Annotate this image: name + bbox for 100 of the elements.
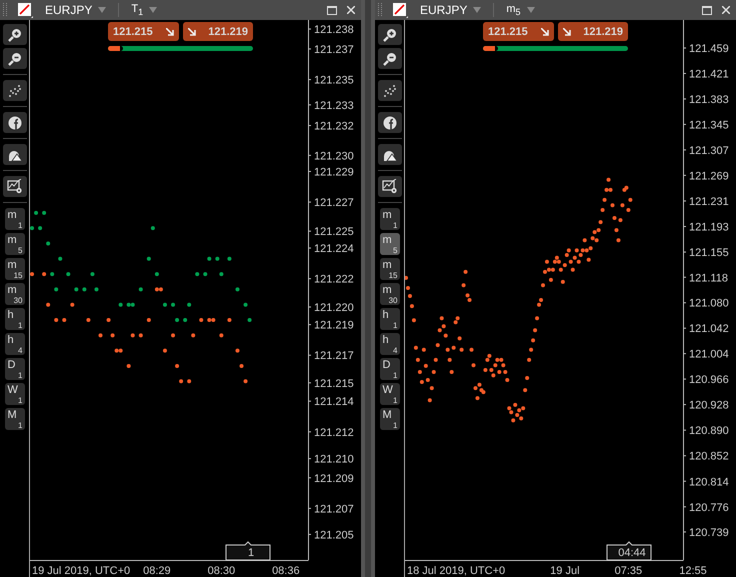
y-axis-tick-label: 121.205 (308, 529, 354, 542)
close-icon[interactable] (347, 6, 355, 14)
timeframe-button[interactable]: D 1 (4, 358, 24, 380)
y-axis-tick-label: 120.890 (682, 425, 729, 438)
timeframe-button[interactable]: W 1 (4, 383, 24, 405)
quote-button[interactable]: 121.215 (108, 22, 178, 41)
timeframe-button[interactable]: m 30 (380, 283, 400, 305)
x-axis-tick-label: 08:30 (208, 565, 236, 577)
y-axis-tick-label: 121.042 (682, 323, 729, 336)
chart-type-icon[interactable] (17, 2, 33, 18)
y-axis-tick-label: 121.193 (682, 222, 729, 234)
caret-icon[interactable] (526, 7, 535, 13)
arrow-icon (562, 28, 570, 36)
x-axis-tick-label: 07:35 (614, 565, 642, 577)
social-f-icon[interactable] (2, 112, 26, 133)
timeframe-button[interactable]: m 30 (4, 283, 24, 305)
caret-icon[interactable] (98, 7, 106, 13)
timeframe-button[interactable]: M 1 (4, 408, 24, 430)
y-axis-tick-label: 120.739 (682, 526, 729, 539)
shapes-icon[interactable] (2, 144, 26, 165)
chart-settings-icon[interactable] (2, 176, 26, 197)
timeframe-button[interactable]: m 1 (380, 208, 400, 230)
zoom-in-icon[interactable] (378, 24, 402, 45)
zoom-out-icon[interactable] (2, 48, 26, 69)
y-axis-tick-label: 121.217 (308, 350, 354, 362)
symbol-label[interactable]: EURJPY (420, 3, 468, 17)
y-axis-tick-label: 121.220 (308, 302, 354, 314)
timeframe-button[interactable]: h 4 (4, 333, 24, 355)
y-axis-tick-label: 121.459 (682, 43, 729, 55)
maximize-icon[interactable] (327, 6, 337, 14)
y-axis-tick-label: 121.237 (308, 44, 354, 56)
arrow-icon (540, 28, 548, 36)
shapes-icon[interactable] (378, 144, 402, 165)
quote-button[interactable]: 121.219 (558, 22, 628, 41)
caret-icon[interactable] (149, 7, 158, 13)
date-label: 18 Jul 2019, UTC+0 (407, 565, 506, 577)
y-axis-tick-label: 121.225 (308, 226, 354, 238)
timeframe-button[interactable]: D 1 (380, 358, 400, 380)
timeframe-button[interactable]: m 5 (4, 233, 24, 255)
y-axis-tick-label: 121.383 (682, 94, 729, 106)
y-axis-tick-label: 120.852 (682, 450, 729, 463)
y-axis-tick-label: 121.210 (308, 454, 354, 466)
timeframe-button[interactable]: h 4 (380, 333, 400, 355)
quote-button[interactable]: 121.219 (182, 22, 253, 41)
y-axis-tick-label: 120.776 (682, 502, 729, 514)
y-axis-tick-label: 121.215 (308, 378, 354, 390)
scatter-dots-icon[interactable] (378, 80, 402, 101)
x-axis-tick-label: 08:29 (143, 565, 171, 577)
y-axis-tick-label: 120.814 (682, 476, 729, 488)
y-axis-tick-label: 121.231 (682, 196, 729, 208)
timeframe-button[interactable]: h 1 (4, 308, 24, 330)
scatter-dots-icon[interactable] (2, 80, 26, 101)
social-f-icon[interactable] (378, 112, 402, 133)
y-axis-tick-label: 121.222 (308, 274, 354, 286)
y-axis-tick-label: 121.207 (308, 503, 354, 516)
y-axis-tick-label: 121.307 (682, 144, 729, 157)
arrow-icon (166, 28, 174, 36)
arrow-icon (188, 28, 196, 36)
timeframe-button[interactable]: m 15 (4, 258, 24, 280)
timeframe-button[interactable]: m 15 (380, 258, 400, 280)
y-axis-tick-label: 121.229 (308, 166, 354, 178)
timeframe-button[interactable]: m 1 (4, 208, 24, 230)
chart-type-icon[interactable] (392, 2, 408, 18)
timeframe-button[interactable]: W 1 (380, 383, 400, 405)
y-axis-tick-label: 121.212 (308, 426, 354, 439)
y-axis-tick-label: 121.224 (308, 243, 354, 256)
y-axis-tick-label: 121.209 (308, 472, 354, 485)
y-axis-tick-label: 121.118 (682, 272, 728, 284)
close-icon[interactable] (722, 6, 730, 14)
zoom-out-icon[interactable] (378, 48, 402, 69)
y-axis-tick-label: 121.227 (308, 197, 354, 210)
y-axis-tick-label: 121.004 (682, 348, 729, 361)
y-axis-tick-label: 120.928 (682, 400, 729, 412)
y-axis-tick-label: 121.232 (308, 120, 354, 133)
timeframe-button[interactable]: M 1 (380, 408, 400, 430)
x-axis-tick-label: 19 Jul (550, 565, 580, 577)
quote-button[interactable]: 121.215 (483, 22, 554, 41)
crosshair-time-marker[interactable]: 1 (226, 541, 270, 560)
timeframe-button[interactable]: m 5 (380, 233, 400, 255)
date-label: 19 Jul 2019, UTC+0 (32, 565, 130, 577)
y-axis-tick-label: 121.219 (308, 320, 354, 332)
y-axis-tick-label: 121.214 (308, 396, 354, 408)
x-axis-tick-label: 08:36 (272, 565, 300, 577)
symbol-label[interactable]: EURJPY (45, 3, 92, 17)
caret-icon[interactable] (473, 7, 482, 13)
y-axis-tick-label: 121.155 (682, 247, 729, 260)
chart-settings-icon[interactable] (378, 176, 402, 197)
y-axis-tick-label: 121.233 (308, 100, 354, 112)
y-axis-tick-label: 121.080 (682, 298, 729, 310)
y-axis-tick-label: 121.235 (308, 74, 354, 87)
timeframe-button[interactable]: h 1 (380, 308, 400, 330)
zoom-in-icon[interactable] (2, 24, 26, 45)
y-axis-tick-label: 121.230 (308, 150, 354, 162)
y-axis-tick-label: 120.966 (682, 374, 729, 386)
x-axis-tick-label: 12:55 (679, 565, 707, 577)
timeframe-label[interactable]: m$_{5}$ (506, 2, 521, 18)
maximize-icon[interactable] (702, 6, 712, 14)
timeframe-label[interactable]: T$_{1}$ (131, 2, 144, 18)
crosshair-time-marker[interactable]: 04:44 (606, 541, 652, 560)
y-axis-tick-label: 121.238 (308, 24, 354, 36)
